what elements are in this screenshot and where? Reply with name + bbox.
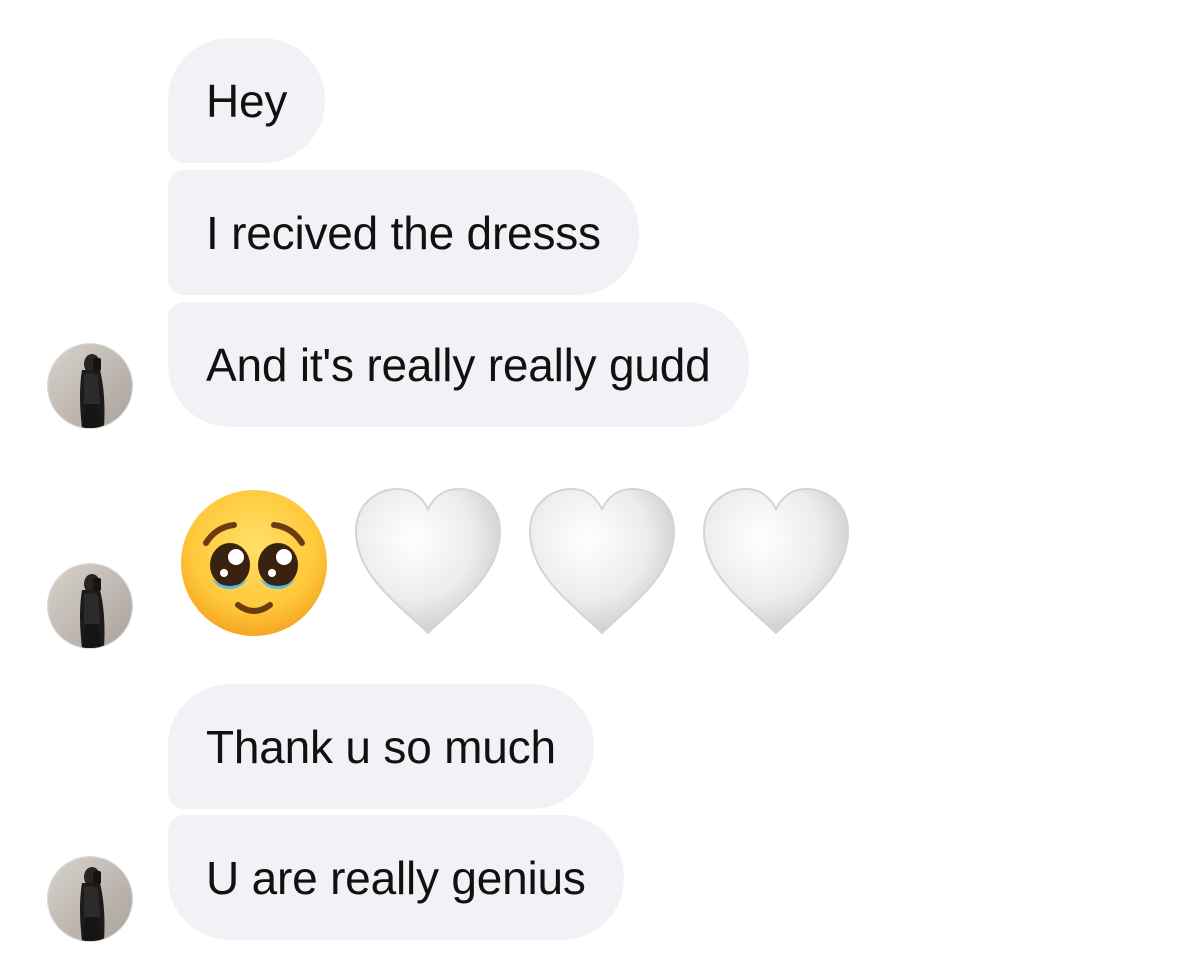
white-heart-icon <box>702 487 850 635</box>
avatar[interactable] <box>48 857 132 941</box>
avatar-photo <box>48 344 132 428</box>
emoji-message[interactable] <box>178 486 852 640</box>
message-text: U are really genius <box>206 851 586 904</box>
message-text: I recived the dresss <box>206 206 601 259</box>
message-bubble-genius[interactable]: U are really genius <box>168 815 624 940</box>
white-heart-icon <box>354 487 502 635</box>
message-thread: Hey I recived the dresss And it's really… <box>0 0 1179 963</box>
message-text: And it's really really gudd <box>206 338 711 391</box>
message-bubble-hey[interactable]: Hey <box>168 38 326 163</box>
message-text: Thank u so much <box>206 720 556 773</box>
message-text: Hey <box>206 74 288 127</box>
avatar-photo <box>48 564 132 648</box>
avatar-photo <box>48 857 132 941</box>
message-bubble-really-gudd[interactable]: And it's really really gudd <box>168 302 749 427</box>
white-heart-icon <box>528 487 676 635</box>
avatar[interactable] <box>48 564 132 648</box>
pleading-face-icon <box>181 490 327 636</box>
message-bubble-received-dress[interactable]: I recived the dresss <box>168 170 639 295</box>
avatar[interactable] <box>48 344 132 428</box>
message-bubble-thank-you[interactable]: Thank u so much <box>168 684 594 809</box>
